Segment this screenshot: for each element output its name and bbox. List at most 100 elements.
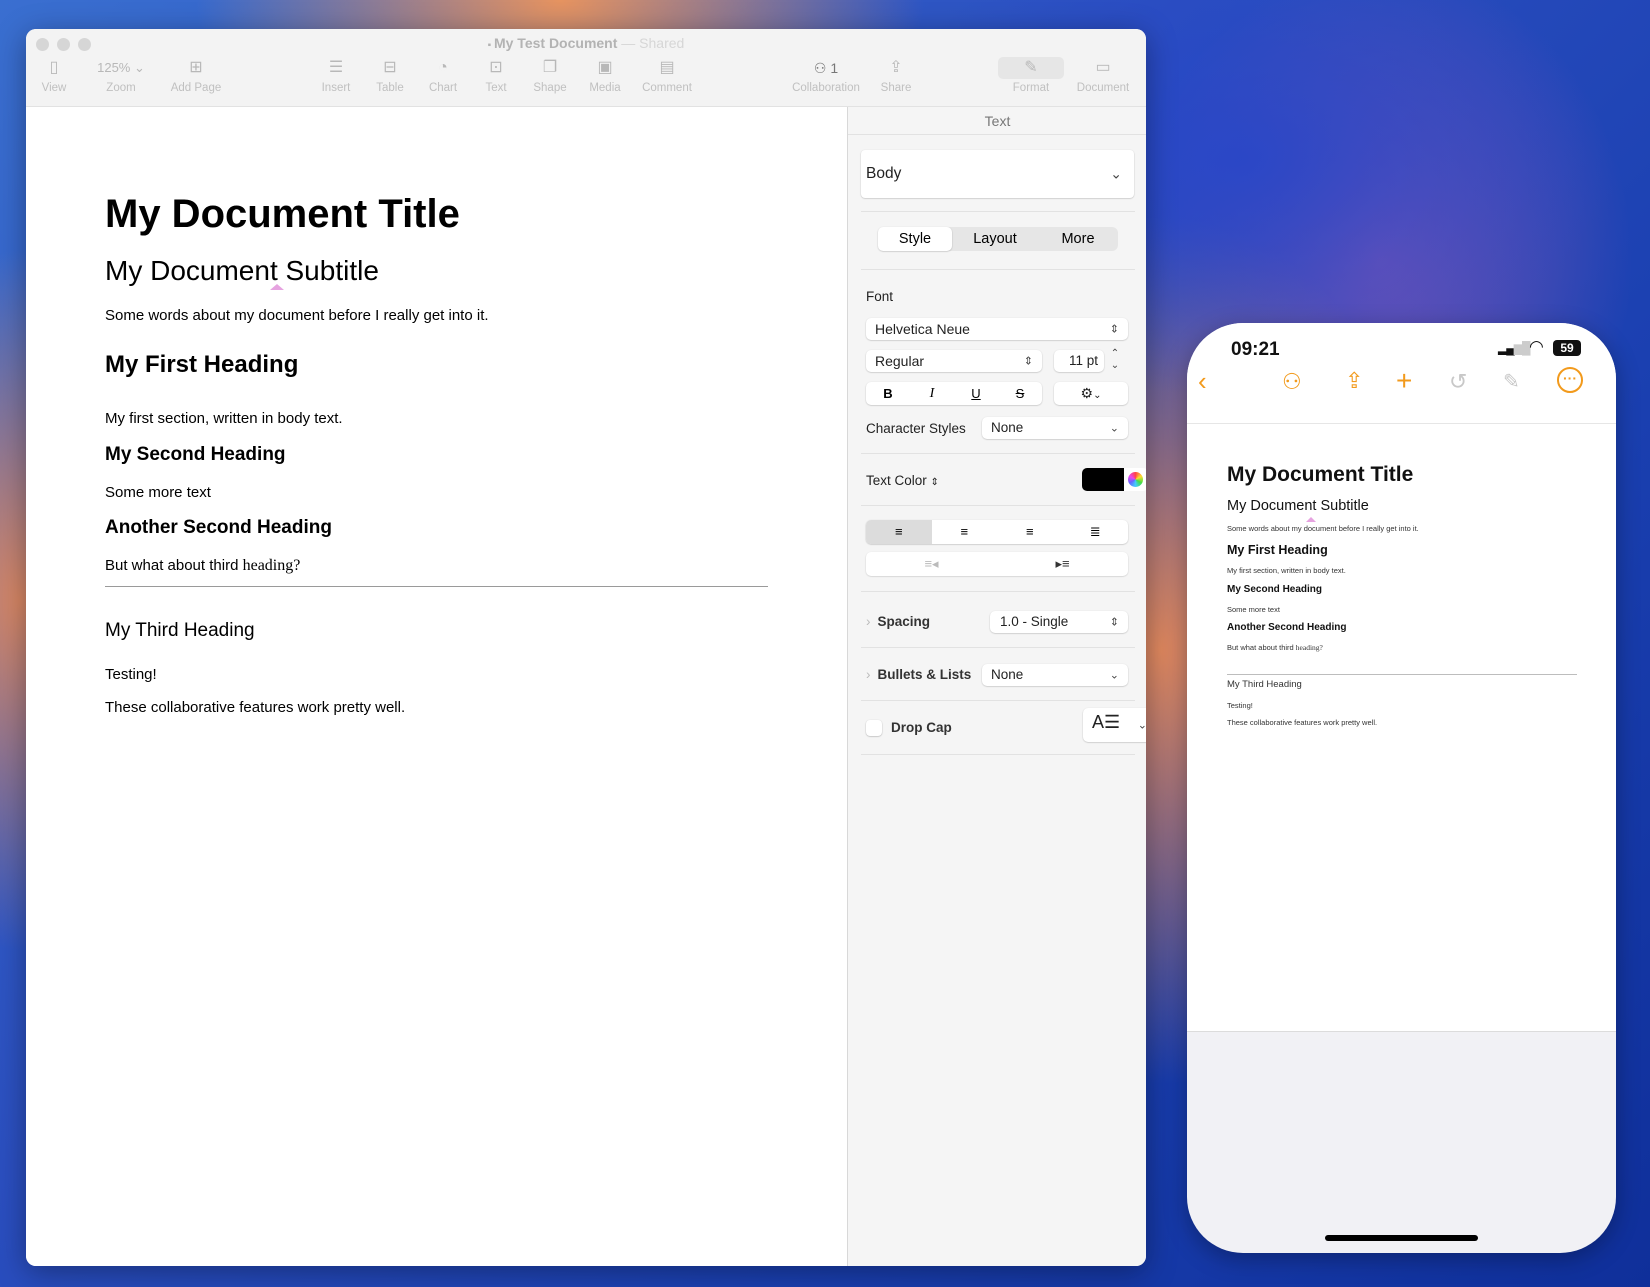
comment-icon: ▤: [659, 59, 675, 76]
decrease-indent-button[interactable]: ≡◂: [866, 552, 997, 576]
collaboration-button[interactable]: ⚇ 1 Collaboration: [781, 57, 871, 94]
spacing-select[interactable]: 1.0 - Single ⇕: [990, 611, 1128, 633]
italic-button[interactable]: I: [910, 382, 954, 405]
justify-button[interactable]: ≣: [1063, 520, 1129, 544]
horizontal-rule: [105, 586, 768, 587]
align-left-button[interactable]: ≡: [866, 520, 932, 544]
paragraph-style-dropdown[interactable]: Body ⌄: [861, 150, 1134, 198]
text-button[interactable]: ⊡ Text: [476, 57, 516, 94]
align-right-button[interactable]: ≡: [997, 520, 1063, 544]
underline-button[interactable]: U: [954, 382, 998, 405]
chevron-down-icon: ⌄: [133, 60, 145, 75]
color-wheel-icon[interactable]: [1128, 472, 1143, 487]
phone-doc-heading-2b[interactable]: Another Second Heading: [1227, 622, 1346, 633]
doc-title[interactable]: My Document Title: [105, 192, 460, 237]
phone-doc-title[interactable]: My Document Title: [1227, 463, 1413, 487]
phone-doc-paragraph-4[interactable]: Testing!: [1227, 701, 1253, 710]
collaboration-icon[interactable]: ⚇: [1282, 369, 1302, 395]
phone-doc-paragraph-3[interactable]: But what about third heading?: [1227, 643, 1323, 652]
text-options-button[interactable]: ⚙⌄: [1054, 382, 1128, 405]
doc-paragraph-5[interactable]: These collaborative features work pretty…: [105, 699, 405, 716]
indent-buttons: ≡◂ ▸≡: [866, 552, 1128, 576]
phone-document-area[interactable]: 09:21 ▂▄▆█ ◠ 59 ‹ ⚇ ⇪ + ↺ ✎ ··· My Docum…: [1187, 323, 1616, 1032]
doc-heading-1[interactable]: My First Heading: [105, 351, 298, 379]
phone-doc-paragraph-5[interactable]: These collaborative features work pretty…: [1227, 718, 1377, 727]
more-icon[interactable]: ···: [1557, 367, 1583, 393]
font-family-select[interactable]: Helvetica Neue ⇕: [866, 318, 1128, 340]
doc-heading-2b[interactable]: Another Second Heading: [105, 517, 332, 539]
share-icon[interactable]: ⇪: [1345, 368, 1363, 394]
updown-chevron-icon: ⇕: [1023, 355, 1033, 368]
share-button[interactable]: ⇪ Share: [876, 57, 916, 94]
text-color-label[interactable]: Text Color ⇕: [866, 473, 939, 488]
shape-button[interactable]: ❐ Shape: [528, 57, 572, 94]
phone-doc-intro[interactable]: Some words about my document before I re…: [1227, 524, 1419, 533]
bullets-section-toggle[interactable]: › Bullets & Lists: [866, 667, 971, 682]
tab-more[interactable]: More: [1038, 227, 1118, 251]
drop-cap-icon: A☰: [1092, 712, 1121, 732]
doc-subtitle[interactable]: My Document Subtitle: [105, 255, 379, 287]
phone-doc-heading-3[interactable]: My Third Heading: [1227, 679, 1302, 690]
phone-doc-heading-1[interactable]: My First Heading: [1227, 543, 1328, 557]
phone-doc-paragraph-1[interactable]: My first section, written in body text.: [1227, 566, 1346, 575]
tab-style[interactable]: Style: [878, 227, 952, 251]
undo-icon[interactable]: ↺: [1449, 369, 1467, 395]
chart-button[interactable]: ◔ Chart: [423, 57, 463, 94]
font-size-stepper[interactable]: ⌃ ⌄: [1108, 348, 1122, 374]
document-button[interactable]: ▭ Document: [1070, 57, 1136, 94]
drop-cap-style-button[interactable]: A☰ ⌄: [1083, 708, 1146, 742]
paintbrush-icon: ✎: [998, 57, 1064, 79]
pages-window: ▪ My Test Document — Shared ▯ View 125% …: [26, 29, 1146, 1266]
updown-chevron-icon: ⇕: [930, 477, 939, 488]
chevron-down-icon: ⌄: [1109, 422, 1119, 435]
battery-icon: 59: [1553, 340, 1581, 356]
pie-chart-icon: ◔: [438, 59, 448, 76]
bullets-dropdown[interactable]: None ⌄: [982, 664, 1128, 686]
text-box-icon: ⊡: [489, 59, 503, 76]
sidebar-header: Text: [848, 107, 1146, 135]
spacing-section-toggle[interactable]: › Spacing: [866, 614, 930, 629]
zoom-button[interactable]: 125% ⌄ Zoom: [86, 57, 156, 94]
doc-heading-3[interactable]: My Third Heading: [105, 620, 255, 642]
phone-doc-heading-2[interactable]: My Second Heading: [1227, 584, 1322, 595]
table-button[interactable]: ⊟ Table: [370, 57, 410, 94]
doc-paragraph-1[interactable]: My first section, written in body text.: [105, 410, 343, 427]
doc-paragraph-4[interactable]: Testing!: [105, 666, 157, 683]
font-label: Font: [866, 289, 894, 304]
home-indicator[interactable]: [1325, 1235, 1478, 1241]
view-button[interactable]: ▯ View: [34, 57, 74, 94]
doc-heading-2[interactable]: My Second Heading: [105, 444, 286, 466]
align-center-button[interactable]: ≡: [932, 520, 998, 544]
add-page-button[interactable]: ⊞ Add Page: [166, 57, 226, 94]
doc-intro[interactable]: Some words about my document before I re…: [105, 307, 489, 324]
add-icon[interactable]: +: [1396, 365, 1412, 397]
insert-button[interactable]: ☰ Insert: [316, 57, 356, 94]
comment-button[interactable]: ▤ Comment: [637, 57, 697, 94]
format-button[interactable]: ✎ Format: [998, 57, 1064, 94]
collaboration-icon: ⚇: [813, 60, 827, 76]
phone-doc-paragraph-2[interactable]: Some more text: [1227, 605, 1280, 614]
cellular-signal-icon: ▂▄▆█: [1498, 341, 1530, 355]
image-icon: ▣: [597, 59, 613, 76]
status-time: 09:21: [1231, 339, 1280, 360]
doc-paragraph-3[interactable]: But what about third heading?: [105, 557, 300, 575]
chevron-down-icon: ⌄: [1093, 390, 1102, 401]
window-title: ▪ My Test Document — Shared: [487, 35, 685, 51]
font-size-field[interactable]: 11 pt: [1054, 350, 1104, 372]
media-button[interactable]: ▣ Media: [583, 57, 627, 94]
character-styles-dropdown[interactable]: None ⌄: [982, 417, 1128, 439]
document-icon: ▭: [1095, 59, 1111, 76]
document-canvas[interactable]: My Document Title My Document Subtitle S…: [26, 107, 847, 1266]
font-weight-select[interactable]: Regular ⇕: [866, 350, 1042, 372]
back-button[interactable]: ‹: [1198, 366, 1207, 397]
increase-indent-button[interactable]: ▸≡: [997, 552, 1128, 576]
paintbrush-icon[interactable]: ✎: [1503, 369, 1520, 394]
bold-button[interactable]: B: [866, 382, 910, 405]
strikethrough-button[interactable]: S: [998, 382, 1042, 405]
drop-cap-checkbox[interactable]: [866, 720, 882, 736]
phone-doc-subtitle[interactable]: My Document Subtitle: [1227, 498, 1369, 514]
sidebar-tabs: Style Layout More: [878, 227, 1118, 251]
tab-layout[interactable]: Layout: [952, 227, 1038, 251]
sidebar-icon: ▯: [49, 59, 59, 76]
doc-paragraph-2[interactable]: Some more text: [105, 484, 211, 501]
